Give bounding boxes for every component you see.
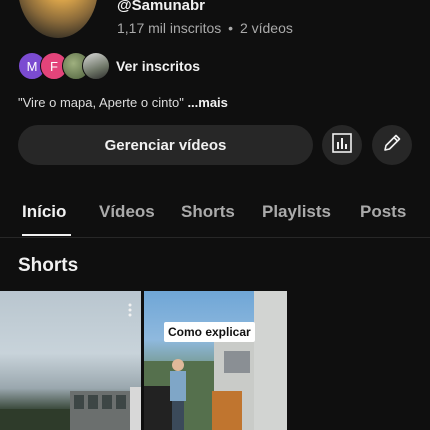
pencil-icon — [381, 132, 403, 159]
channel-handle: @Samunabr — [117, 0, 205, 14]
subscriber-avatar — [82, 52, 110, 80]
edit-button[interactable] — [372, 125, 412, 165]
channel-stats: 1,17 mil inscritos • 2 vídeos — [117, 20, 293, 36]
channel-avatar[interactable] — [18, 0, 98, 38]
subscriber-count: 1,17 mil inscritos — [117, 20, 222, 36]
analytics-button[interactable] — [322, 125, 362, 165]
short-thumbnail[interactable] — [0, 291, 141, 430]
thumbnail-scene — [144, 291, 287, 430]
subscriber-avatars[interactable]: M F — [18, 52, 110, 80]
shorts-section-title: Shorts — [18, 255, 79, 276]
see-subscribers-link[interactable]: Ver inscritos — [116, 58, 200, 74]
tab-home[interactable]: Início — [22, 202, 66, 222]
tab-videos[interactable]: Vídeos — [99, 202, 155, 222]
more-vert-icon[interactable] — [128, 303, 132, 322]
thumbnail-scene — [0, 387, 141, 430]
tab-posts[interactable]: Posts — [360, 202, 406, 222]
tab-playlists[interactable]: Playlists — [262, 202, 331, 222]
channel-tabs: Início Vídeos Shorts Playlists Posts — [0, 195, 430, 238]
channel-description[interactable]: "Vire o mapa, Aperte o cinto" ...mais — [18, 95, 228, 110]
short-caption: Como explicar — [164, 322, 255, 342]
active-tab-indicator — [22, 234, 71, 236]
bar-chart-icon — [331, 132, 353, 159]
stats-separator: • — [228, 20, 234, 36]
manage-videos-button[interactable]: Gerenciar vídeos — [18, 125, 313, 165]
tab-shorts[interactable]: Shorts — [181, 202, 235, 222]
more-link[interactable]: ...mais — [187, 95, 227, 110]
manage-videos-label: Gerenciar vídeos — [104, 136, 227, 154]
description-text: "Vire o mapa, Aperte o cinto" — [18, 95, 184, 110]
video-count: 2 vídeos — [239, 20, 293, 36]
short-thumbnail[interactable]: Como explicar — [144, 291, 287, 430]
